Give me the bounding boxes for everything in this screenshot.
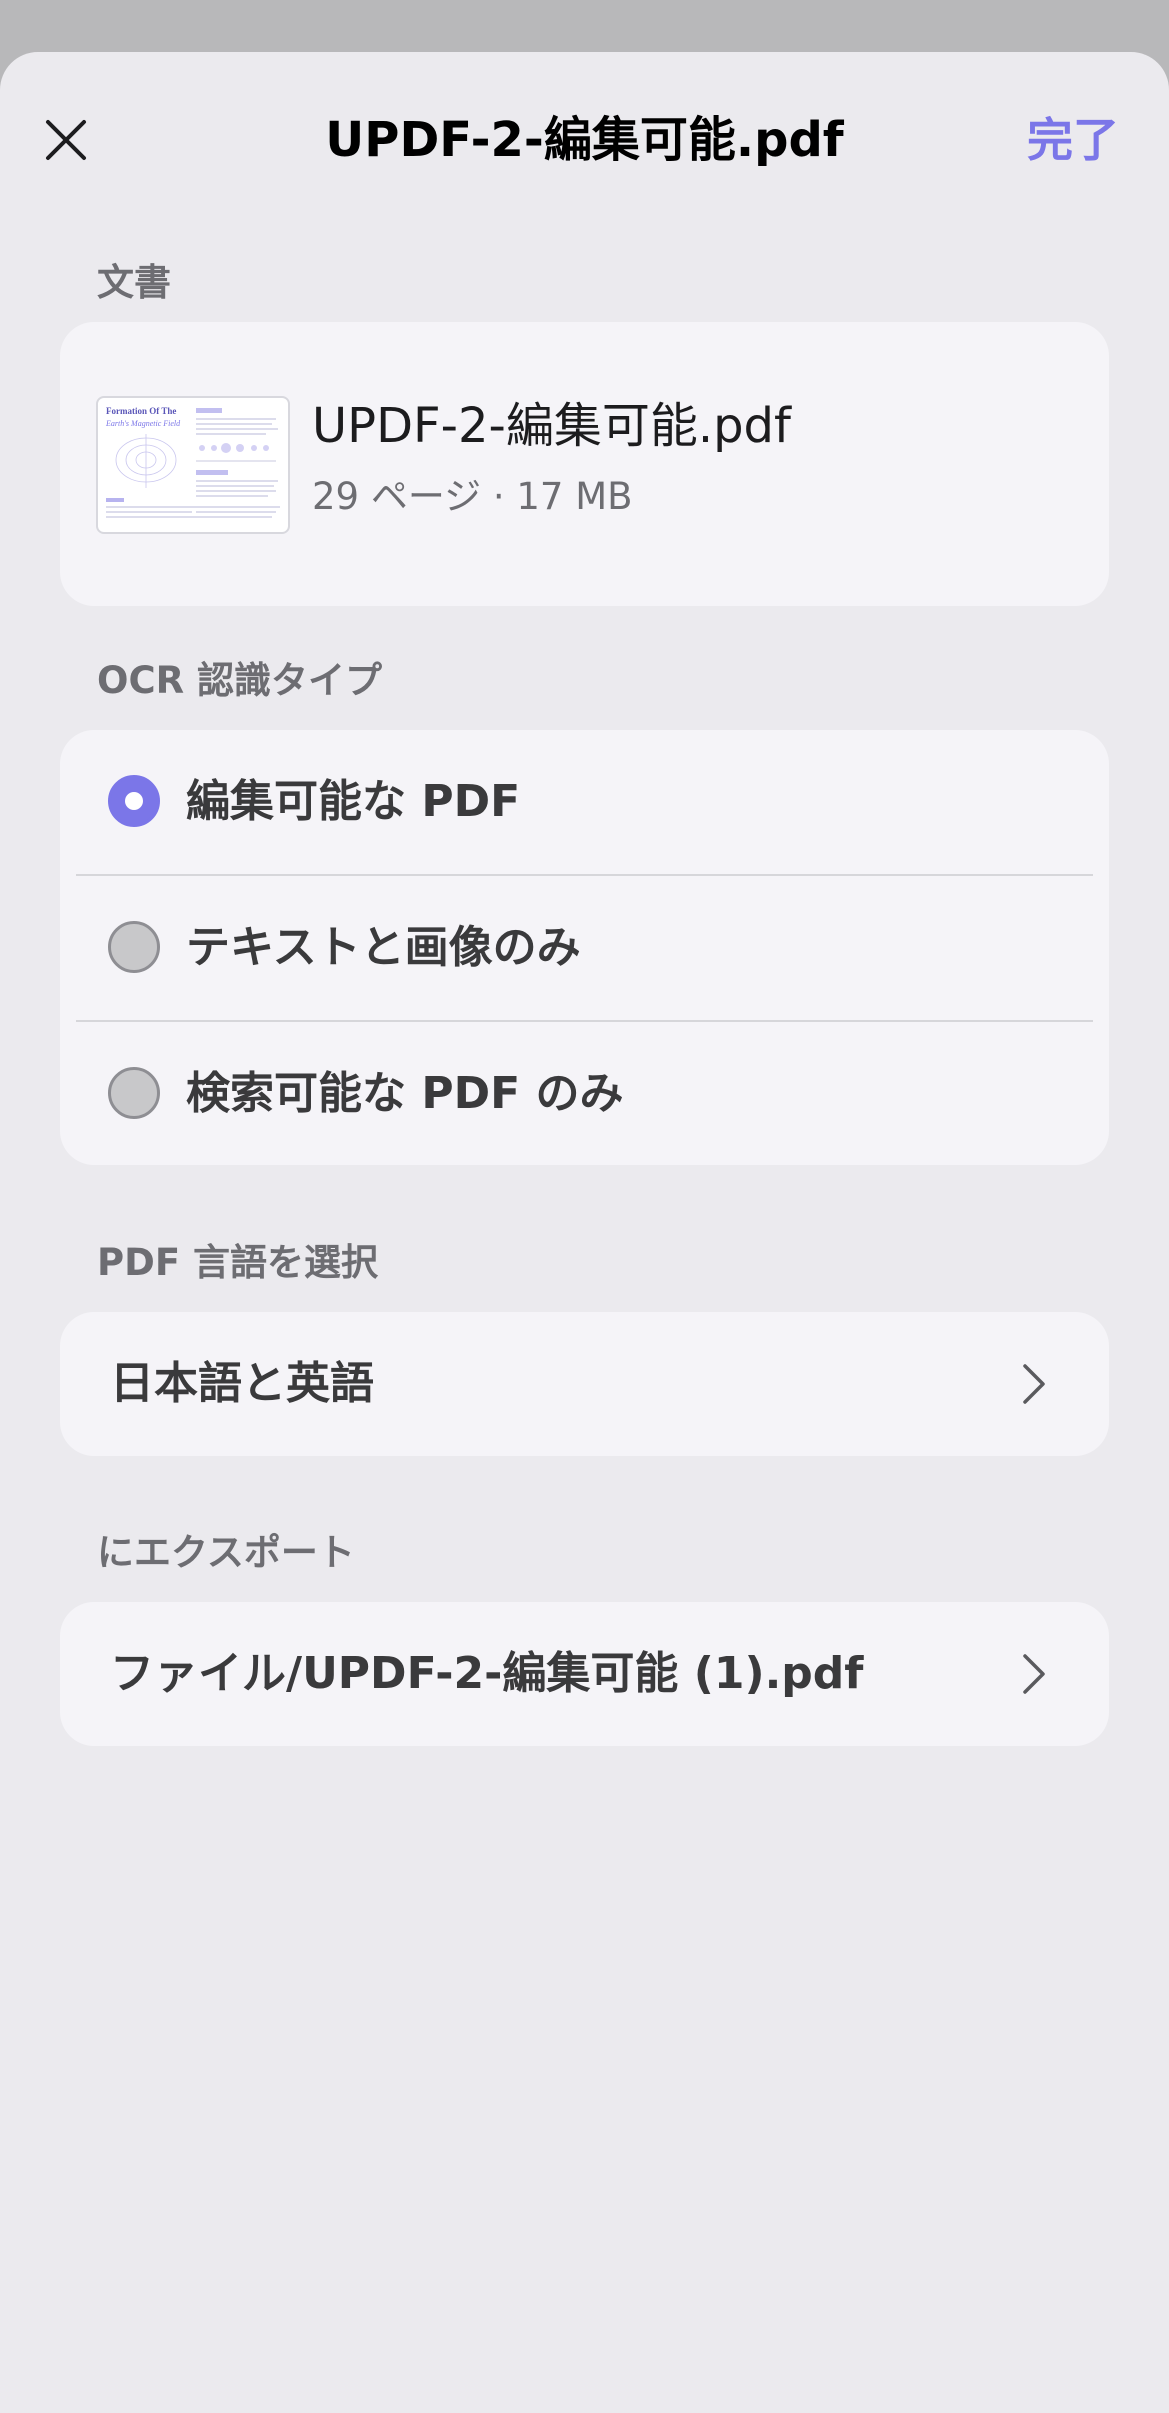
ocr-option-label: テキストと画像のみ [186, 922, 581, 973]
export-card: ファイル/UPDF-2-編集可能 (1).pdf [60, 1602, 1109, 1746]
ocr-option-label: 編集可能な PDF [186, 776, 521, 827]
close-icon [46, 120, 86, 160]
document-file-name: UPDF-2-編集可能.pdf [312, 398, 791, 454]
ocr-settings-sheet: UPDF-2-編集可能.pdf 完了 文書 Formation Of The E… [0, 52, 1169, 2413]
export-destination-value: ファイル/UPDF-2-編集可能 (1).pdf [110, 1648, 864, 1699]
ocr-option-text-and-images[interactable]: テキストと画像のみ [60, 876, 1109, 1020]
document-card: Formation Of The Earth's Magnetic Field [60, 322, 1109, 606]
close-button[interactable] [30, 104, 102, 176]
chevron-right-icon [1023, 1364, 1045, 1404]
thumbnail-heading-1: Formation Of The [106, 406, 176, 416]
ocr-section-label: OCR 認識タイプ [97, 659, 382, 702]
document-meta: 29 ページ · 17 MB [312, 475, 633, 518]
thumbnail-heading-2: Earth's Magnetic Field [105, 419, 181, 428]
ocr-option-editable-pdf[interactable]: 編集可能な PDF [60, 730, 1109, 874]
language-card: 日本語と英語 [60, 1312, 1109, 1456]
document-thumbnail: Formation Of The Earth's Magnetic Field [96, 396, 290, 534]
sheet-header: UPDF-2-編集可能.pdf 完了 [0, 52, 1169, 222]
radio-selected-icon [108, 775, 160, 827]
export-section-label: にエクスポート [97, 1531, 355, 1574]
language-value: 日本語と英語 [110, 1358, 374, 1409]
document-thumbnail-preview: Formation Of The Earth's Magnetic Field [105, 406, 280, 518]
radio-unselected-icon [108, 1067, 160, 1119]
document-section-label: 文書 [97, 261, 171, 304]
ocr-option-searchable-pdf[interactable]: 検索可能な PDF のみ [60, 1022, 1109, 1165]
ocr-type-card: 編集可能な PDF テキストと画像のみ 検索可能な PDF のみ [60, 730, 1109, 1165]
radio-unselected-icon [108, 921, 160, 973]
export-destination-selector[interactable]: ファイル/UPDF-2-編集可能 (1).pdf [60, 1602, 1109, 1746]
language-selector[interactable]: 日本語と英語 [60, 1312, 1109, 1456]
ocr-option-label: 検索可能な PDF のみ [186, 1068, 624, 1119]
page-title: UPDF-2-編集可能.pdf [325, 112, 844, 168]
chevron-right-icon [1023, 1654, 1045, 1694]
language-section-label: PDF 言語を選択 [97, 1241, 378, 1284]
done-button[interactable]: 完了 [1027, 104, 1119, 176]
